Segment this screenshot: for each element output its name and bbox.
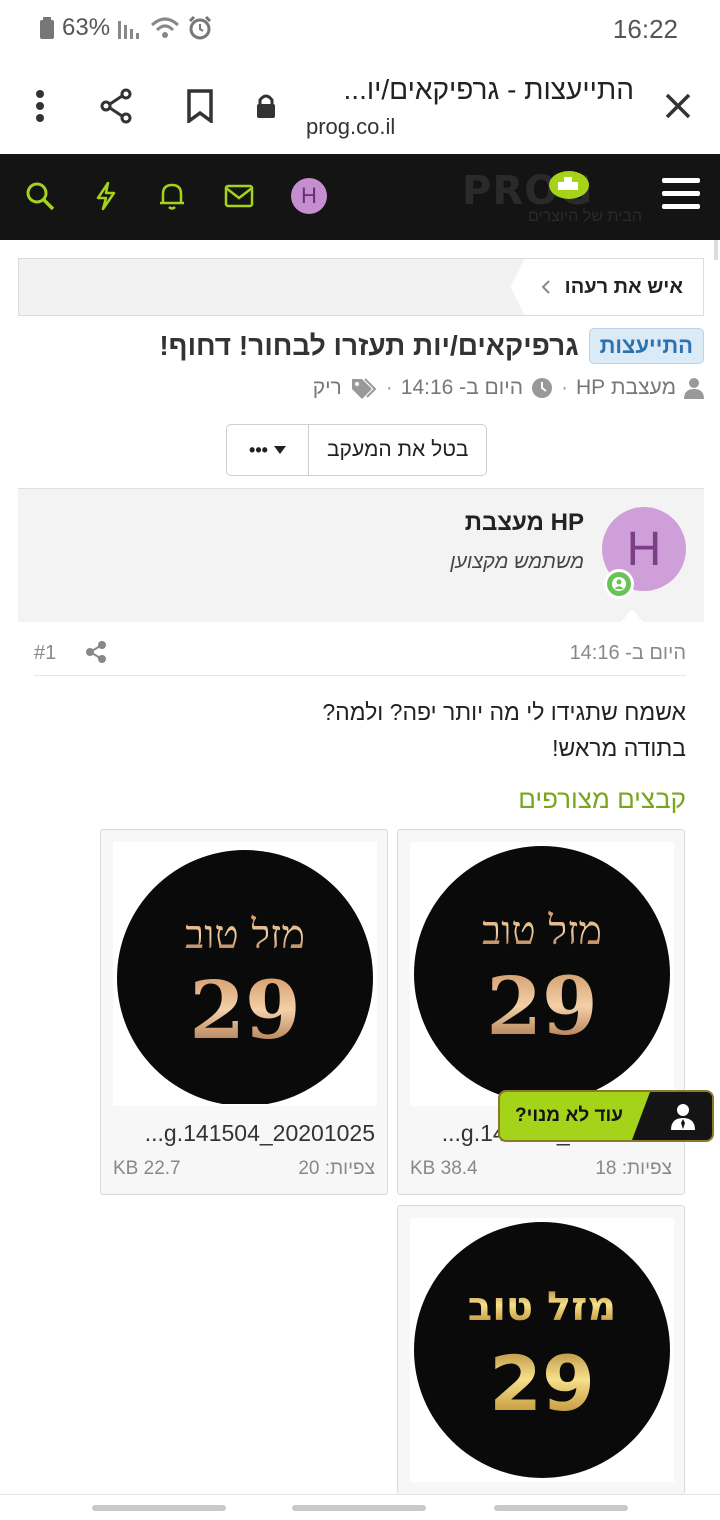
breadcrumb: איש את רעהו [18, 258, 704, 316]
post-date[interactable]: היום ב- 14:16 [570, 642, 686, 665]
attachments-heading: קבצים מצורפים [518, 784, 686, 814]
scrollbar[interactable] [714, 240, 718, 260]
subscribe-badge[interactable]: עוד לא מנוי? [498, 1090, 714, 1142]
bell-icon[interactable] [152, 176, 192, 216]
image-text-top: מזל טוב [482, 908, 602, 954]
caret-down-icon [273, 446, 286, 454]
attachment-info: צפיות: 20 22.7 KB [113, 1158, 375, 1180]
attachment-thumbnail[interactable]: מזל טוב 29 [410, 842, 674, 1106]
user-icon [684, 378, 704, 399]
attachment-image: מזל טוב 29 [414, 1222, 670, 1478]
user-avatar[interactable]: H [289, 176, 329, 216]
battery-percent: 63% [62, 14, 111, 41]
thread-title: התייעצות גרפיקאים/יות תעזרו לבחור! דחוף! [159, 328, 704, 364]
online-status-icon [604, 569, 634, 599]
nav-back-button[interactable] [494, 1505, 628, 1511]
thread-meta: מעצבת HP · היום ב- 14:16 · ריק [313, 376, 704, 400]
site-header: H PROG הבית של היוצרים [0, 154, 720, 240]
image-text-bottom: 29 [486, 959, 597, 1053]
bookmark-icon[interactable] [178, 84, 222, 128]
lock-icon [244, 84, 288, 128]
breadcrumb-label: איש את רעהו [564, 275, 683, 298]
image-text-bottom: 29 [189, 963, 300, 1057]
chevron-left-icon [541, 280, 550, 294]
search-icon[interactable] [20, 176, 60, 216]
post-body-line: אשמח שתגידו לי מה יותר יפה? ולמה? [322, 699, 686, 725]
attachment-size: 22.7 KB [113, 1158, 181, 1179]
attachment-image: מזל טוב 29 [117, 850, 373, 1104]
post-user-block: H מעצבת HP משתמש מקצוען [18, 488, 704, 623]
battery-icon [40, 17, 54, 39]
attachment-card[interactable]: מזל טוב 29 ...g.141504_20201025 צפיות: 2… [100, 829, 388, 1195]
nav-recent-button[interactable] [92, 1505, 226, 1511]
user-tie-icon [671, 1104, 695, 1130]
attachment-size: 38.4 KB [410, 1158, 478, 1179]
clock: 16:22 [612, 14, 678, 44]
post-username[interactable]: מעצבת HP [465, 509, 584, 537]
close-icon[interactable] [656, 84, 700, 128]
subscribe-badge-label: עוד לא מנוי? [500, 1092, 650, 1140]
unwatch-button[interactable]: בטל את המעקב [309, 425, 486, 475]
post-user-title: משתמש מקצוען [450, 551, 584, 573]
post-body-line: בתודה מראש! [552, 735, 686, 761]
image-text-top: מזל טוב [468, 1284, 616, 1330]
clock-icon [532, 378, 553, 398]
logo-badge-icon [549, 171, 589, 199]
post-meta: היום ב- 14:16 #1 [34, 636, 686, 676]
breadcrumb-link[interactable]: איש את רעהו [510, 259, 703, 315]
nav-home-button[interactable] [292, 1505, 426, 1511]
alarm-icon [188, 16, 212, 40]
attachment-thumbnail[interactable]: מזל טוב 29 [113, 842, 377, 1106]
site-logo[interactable]: PROG הבית של היוצרים [462, 168, 642, 228]
envelope-icon[interactable] [219, 176, 259, 216]
wifi-icon [151, 17, 180, 38]
attachment-image: מזל טוב 29 [414, 846, 670, 1102]
url-domain[interactable]: prog.co.il [306, 114, 395, 140]
system-nav-bar [0, 1494, 720, 1520]
thread-title-text: גרפיקאים/יות תעזרו לבחור! דחוף! [159, 330, 579, 361]
share-icon[interactable] [94, 84, 138, 128]
more-menu-icon[interactable] [18, 84, 62, 128]
lightning-icon[interactable] [86, 176, 126, 216]
image-text-bottom: 29 [489, 1339, 595, 1428]
page-title[interactable]: התייעצות - גרפיקאים/יו... [344, 74, 634, 106]
attachment-card[interactable]: מזל טוב 29 [397, 1205, 685, 1494]
attachment-info: צפיות: 18 38.4 KB [410, 1158, 672, 1180]
avatar-letter: H [291, 178, 327, 214]
tags-icon [351, 378, 377, 399]
post-body: אשמח שתגידו לי מה יותר יפה? ולמה? בתודה … [322, 694, 686, 766]
more-dots: ••• [249, 439, 268, 460]
attachment-filename[interactable]: ...g.141504_20201025 [145, 1120, 375, 1147]
attachment-thumbnail[interactable]: מזל טוב 29 [410, 1218, 674, 1482]
status-bar: 63% 16:22 [0, 0, 720, 56]
attachment-views: צפיות: 20 [298, 1158, 375, 1179]
user-block-pointer [620, 609, 644, 623]
more-options-button[interactable]: ••• [227, 425, 309, 475]
attachment-views: צפיות: 18 [595, 1158, 672, 1179]
image-text-top: מזל טוב [185, 912, 305, 958]
thread-author[interactable]: מעצבת HP [576, 376, 676, 400]
post-number[interactable]: #1 [34, 642, 56, 665]
browser-toolbar: התייעצות - גרפיקאים/יו... prog.co.il [0, 56, 720, 154]
status-indicators: 63% [40, 14, 212, 42]
signal-icon [118, 21, 140, 39]
thread-prefix-badge[interactable]: התייעצות [588, 328, 704, 364]
thread-tag[interactable]: ריק [313, 376, 342, 400]
share-icon[interactable] [84, 640, 108, 664]
thread-date[interactable]: היום ב- 14:16 [401, 376, 523, 400]
hamburger-menu-icon[interactable] [662, 178, 700, 216]
thread-actions: ••• בטל את המעקב [226, 424, 488, 476]
